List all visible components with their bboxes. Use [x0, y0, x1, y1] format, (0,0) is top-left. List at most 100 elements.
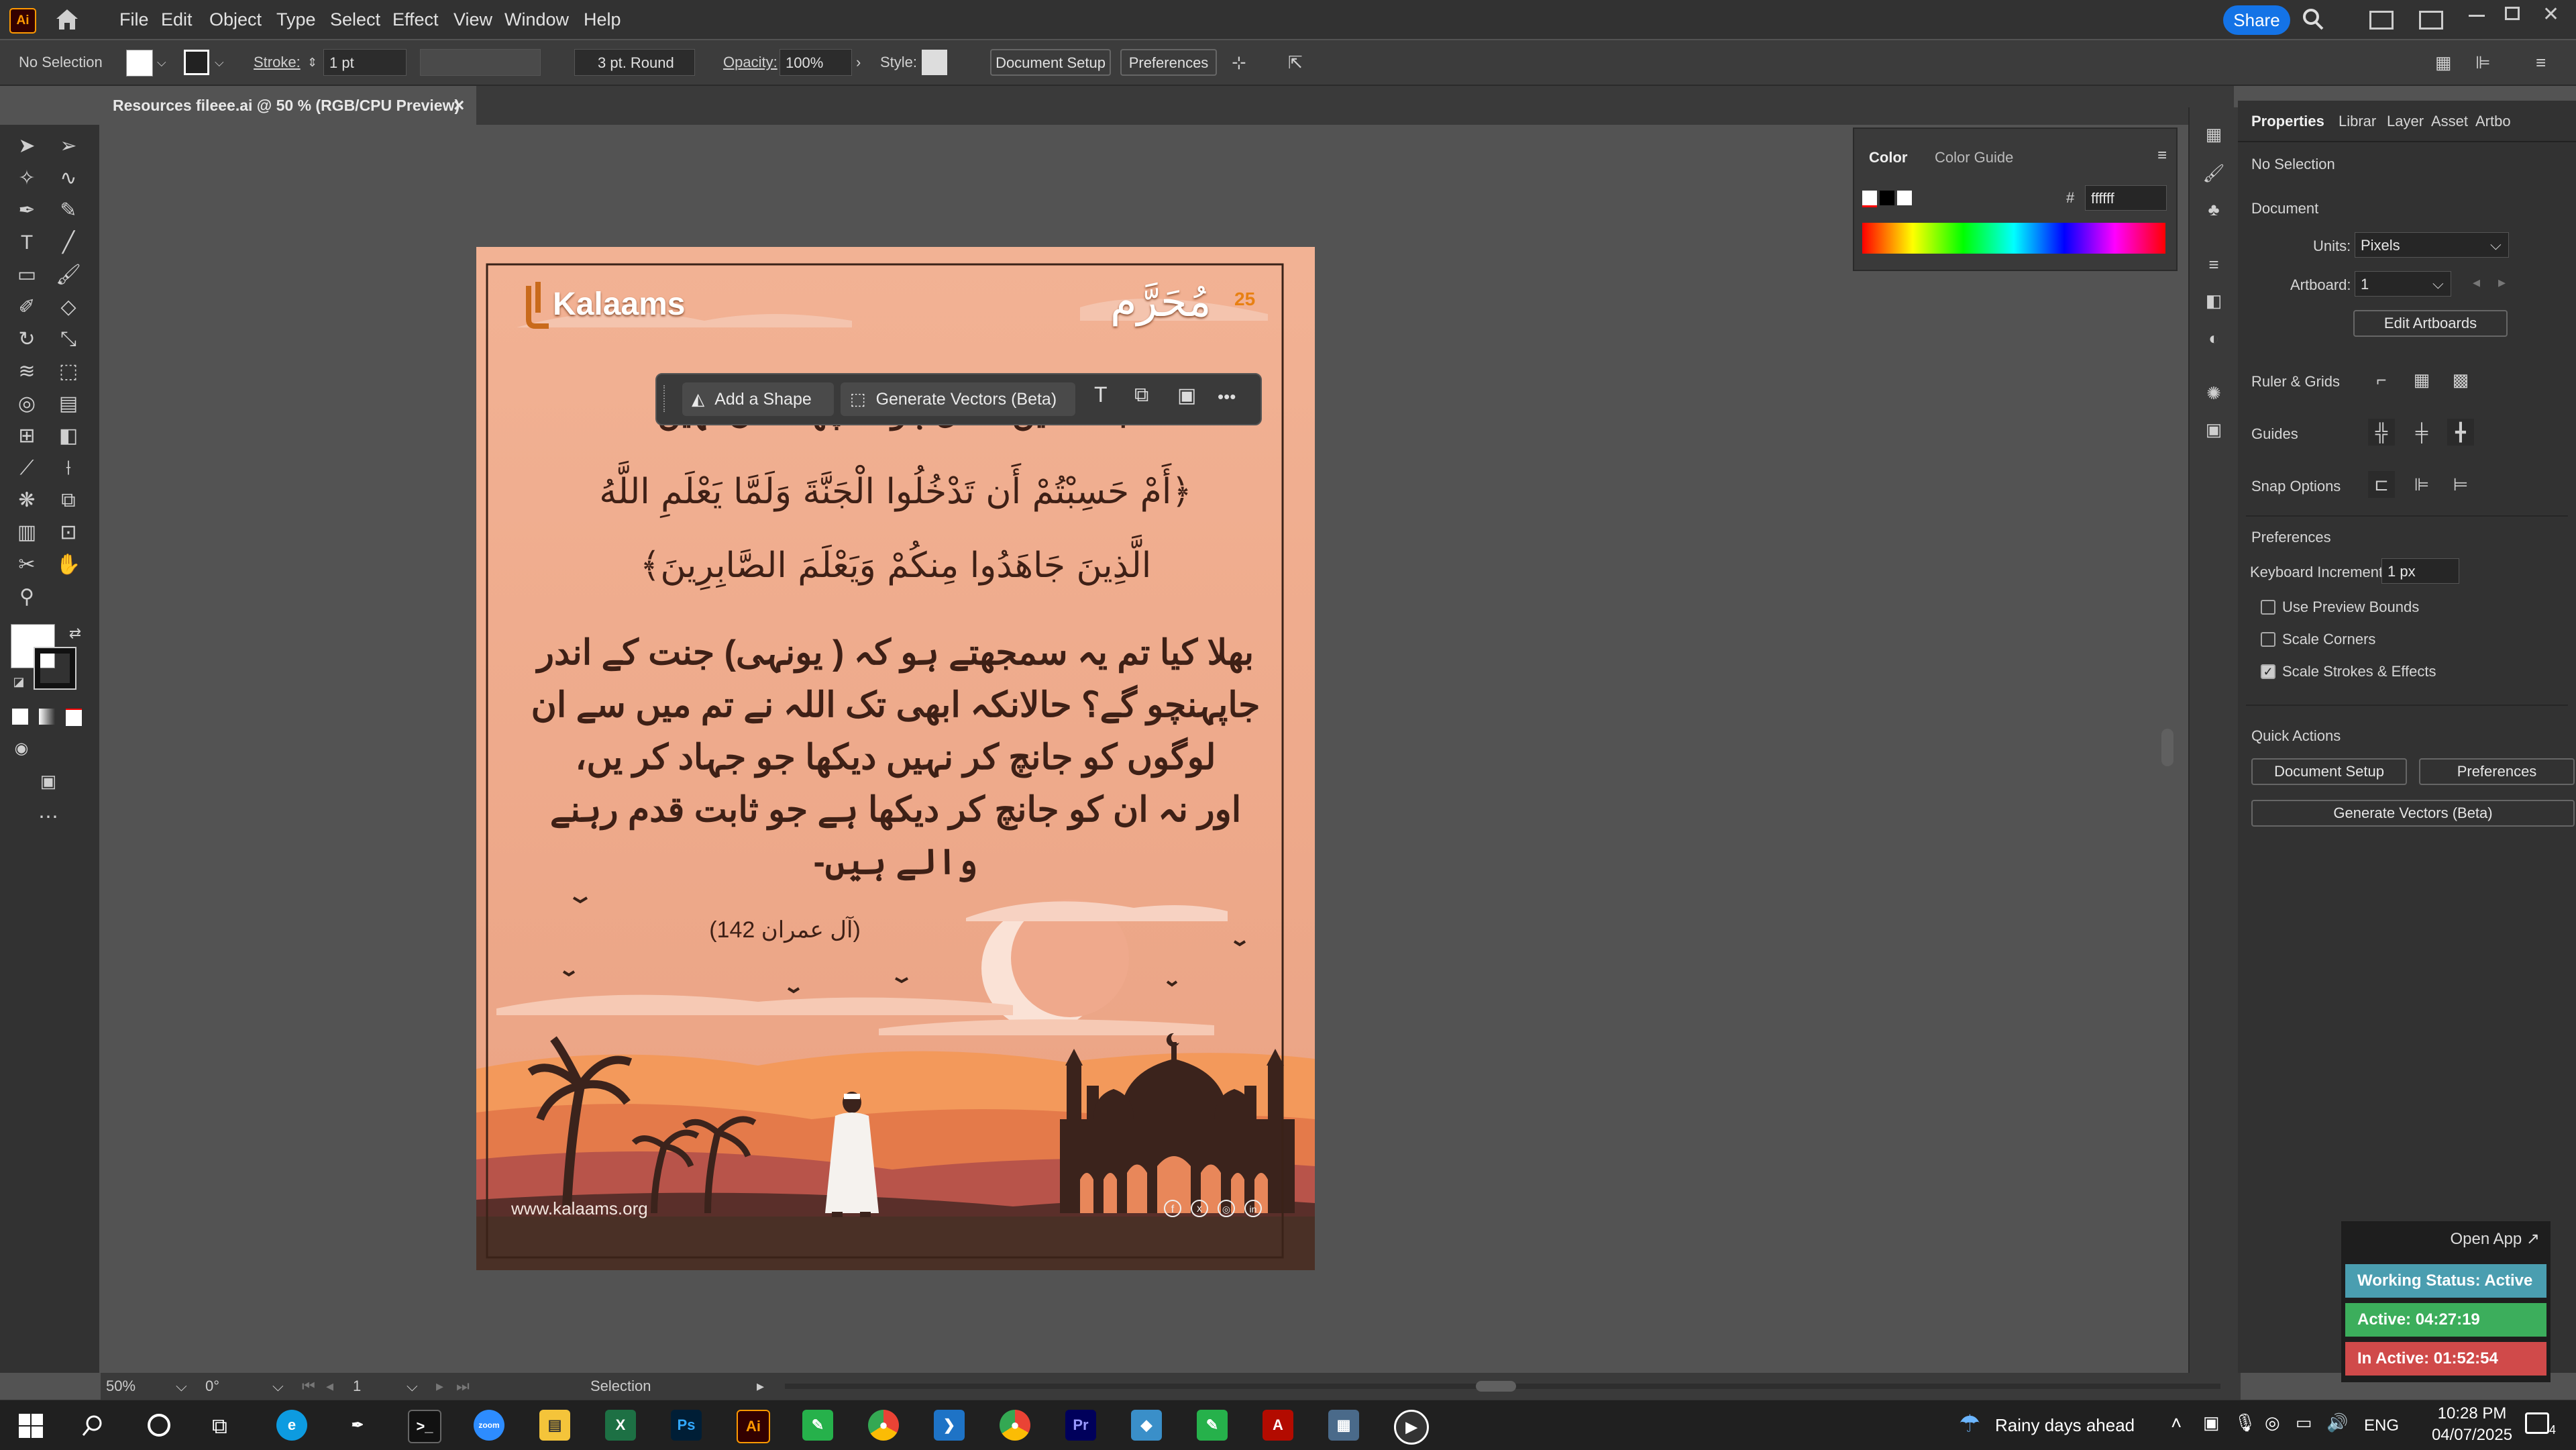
menu-help[interactable]: Help [584, 0, 621, 39]
type-icon[interactable]: T [1094, 382, 1108, 407]
variable-width-profile[interactable] [420, 49, 541, 76]
screen-mode-icon[interactable]: ▣ [34, 766, 63, 796]
generate-vectors-button[interactable]: ⬚ Generate Vectors (Beta) [841, 382, 1075, 416]
clock-date[interactable]: 04/07/2025 [2428, 1426, 2516, 1445]
cortana-icon[interactable] [148, 1414, 170, 1437]
keyboard-increment-input[interactable]: 1 px [2381, 558, 2459, 584]
brushes-panel-icon[interactable]: 🖌 [2200, 160, 2227, 187]
menu-select[interactable]: Select [330, 0, 380, 39]
gradient-mode-icon[interactable] [39, 709, 55, 725]
artboards-panel-icon[interactable]: ▦ [2200, 121, 2227, 148]
lasso-icon[interactable]: ∿ [54, 164, 83, 193]
chrome-icon[interactable]: ● [868, 1410, 899, 1441]
none-mode-icon[interactable] [66, 709, 82, 726]
black-swatch[interactable] [1880, 191, 1894, 205]
color-mode-icon[interactable] [12, 709, 28, 725]
hand-tool-icon[interactable]: ✋ [54, 550, 83, 580]
color-tab[interactable]: Color [1869, 149, 1907, 166]
measure-icon[interactable]: ⟊ [54, 454, 83, 483]
stroke-color-box[interactable] [34, 647, 76, 690]
shaper-tool-icon[interactable]: ✐ [12, 293, 42, 322]
arrange-icon[interactable]: ▦ [2435, 40, 2452, 85]
file-explorer-icon[interactable]: ▤ [539, 1410, 570, 1441]
zoom-icon[interactable]: zoom [474, 1410, 504, 1441]
eraser-icon[interactable]: ◇ [54, 293, 83, 322]
green-app-2-icon[interactable]: ✎ [1197, 1410, 1228, 1441]
artboard-number[interactable]: 1 [353, 1373, 361, 1400]
show-guides-icon[interactable]: ╬ [2368, 419, 2395, 446]
weather-text[interactable]: Rainy days ahead [1995, 1415, 2135, 1436]
symbols-panel-icon[interactable]: ♣ [2200, 196, 2227, 223]
vertical-scroll-thumb[interactable] [2161, 729, 2174, 766]
vscode-icon[interactable]: ❯ [934, 1410, 965, 1441]
terminal-icon[interactable]: >_ [408, 1410, 441, 1443]
tab-assets[interactable]: Asset [2431, 113, 2468, 130]
snap-to-glyph-icon[interactable]: ⊨ [2447, 471, 2474, 498]
close-tab-icon[interactable]: × [453, 86, 464, 125]
slice-tool-icon[interactable]: ✂ [12, 550, 42, 580]
image-trace-icon[interactable]: ▣ [1177, 384, 1196, 407]
stroke-swatch[interactable] [184, 50, 209, 75]
brush-definition[interactable]: 3 pt. Round [574, 49, 695, 76]
preferences-button[interactable]: Preferences [1120, 49, 1217, 76]
shape-builder-icon[interactable]: ◎ [12, 389, 42, 419]
units-select[interactable]: Pixels [2355, 232, 2509, 258]
close-window-icon[interactable]: ✕ [2542, 3, 2559, 26]
acrobat-icon[interactable]: A [1263, 1410, 1293, 1441]
curvature-tool-icon[interactable]: ✎ [54, 196, 83, 225]
magic-wand-icon[interactable]: ✧ [12, 164, 42, 193]
panel-menu-icon[interactable]: ≡ [2157, 146, 2167, 165]
image-panel-icon[interactable]: ▣ [2200, 416, 2227, 443]
opacity-arrow-icon[interactable]: › [856, 40, 861, 85]
workspace-switcher-icon[interactable] [2419, 11, 2443, 30]
column-graph-icon[interactable]: ▥ [12, 518, 42, 548]
rectangle-tool-icon[interactable]: ▭ [12, 260, 42, 290]
direct-selection-tool-icon[interactable]: ➢ [54, 132, 83, 161]
previous-artboard-icon[interactable]: ◂ [326, 1373, 333, 1400]
tab-properties[interactable]: Properties [2251, 113, 2324, 130]
none-swatch[interactable] [1862, 191, 1877, 207]
tab-artboards[interactable]: Artbo [2475, 113, 2511, 130]
rotation-chevron-icon[interactable]: ⌵ [272, 1373, 284, 1400]
notifications-icon[interactable] [2525, 1412, 2549, 1434]
document-setup-button[interactable]: Document Setup [990, 49, 1111, 76]
menu-type[interactable]: Type [276, 0, 316, 39]
open-app-link[interactable]: Open App ↗ [2450, 1229, 2540, 1249]
free-transform-icon[interactable]: ⬚ [54, 357, 83, 386]
symbol-sprayer-icon[interactable]: ❋ [12, 486, 42, 515]
export-icon[interactable]: ⇱ [1288, 40, 1303, 85]
stroke-weight-input[interactable]: 1 pt [323, 49, 407, 76]
gradient-panel-icon[interactable]: ◧ [2200, 287, 2227, 314]
stroke-label[interactable]: Stroke: [254, 40, 301, 85]
preferences-button[interactable]: Preferences [2419, 758, 2575, 785]
appearance-panel-icon[interactable]: ✺ [2200, 380, 2227, 407]
media-player-icon[interactable]: ▶ [1394, 1410, 1429, 1445]
network-icon[interactable]: ▭ [2296, 1412, 2312, 1433]
line-tool-icon[interactable]: ╱ [54, 228, 83, 258]
tray-app-icon[interactable]: ▣ [2203, 1412, 2220, 1433]
volume-icon[interactable]: 🔊 [2326, 1412, 2348, 1433]
edit-toolbar-icon[interactable]: ⋯ [34, 802, 63, 832]
menu-edit[interactable]: Edit [161, 0, 193, 39]
type-tool-icon[interactable]: T [12, 228, 42, 258]
draw-mode-icon[interactable]: ◉ [7, 734, 36, 764]
transparency-panel-icon[interactable]: ◐ [2200, 325, 2227, 352]
grid-icon[interactable]: ▦ [2408, 366, 2435, 393]
default-colors-icon[interactable]: ◪ [4, 667, 34, 696]
artboard-tool-icon[interactable]: ⊡ [54, 518, 83, 548]
arrange-documents-icon[interactable] [2369, 11, 2394, 30]
more-options-icon[interactable]: ••• [1218, 386, 1236, 407]
align-icon[interactable]: ⊫ [2475, 40, 2491, 85]
share-button[interactable]: Share [2223, 5, 2290, 35]
eyedropper-icon[interactable]: ⟋ [12, 454, 42, 483]
zoom-chevron-icon[interactable]: ⌵ [176, 1373, 187, 1400]
rotation-value[interactable]: 0° [205, 1373, 219, 1400]
next-artboard-icon[interactable]: ▸ [2498, 274, 2506, 291]
style-label[interactable]: Style: [880, 40, 917, 85]
perspective-grid-icon[interactable]: ▤ [54, 389, 83, 419]
chevron-down-icon[interactable]: ⌵ [2490, 236, 2502, 254]
menu-file[interactable]: File [119, 0, 149, 39]
panel-menu-icon[interactable]: ≡ [2536, 40, 2546, 85]
stroke-stepper-icon[interactable]: ⇕ [307, 40, 317, 85]
previous-artboard-icon[interactable]: ◂ [2473, 274, 2480, 291]
